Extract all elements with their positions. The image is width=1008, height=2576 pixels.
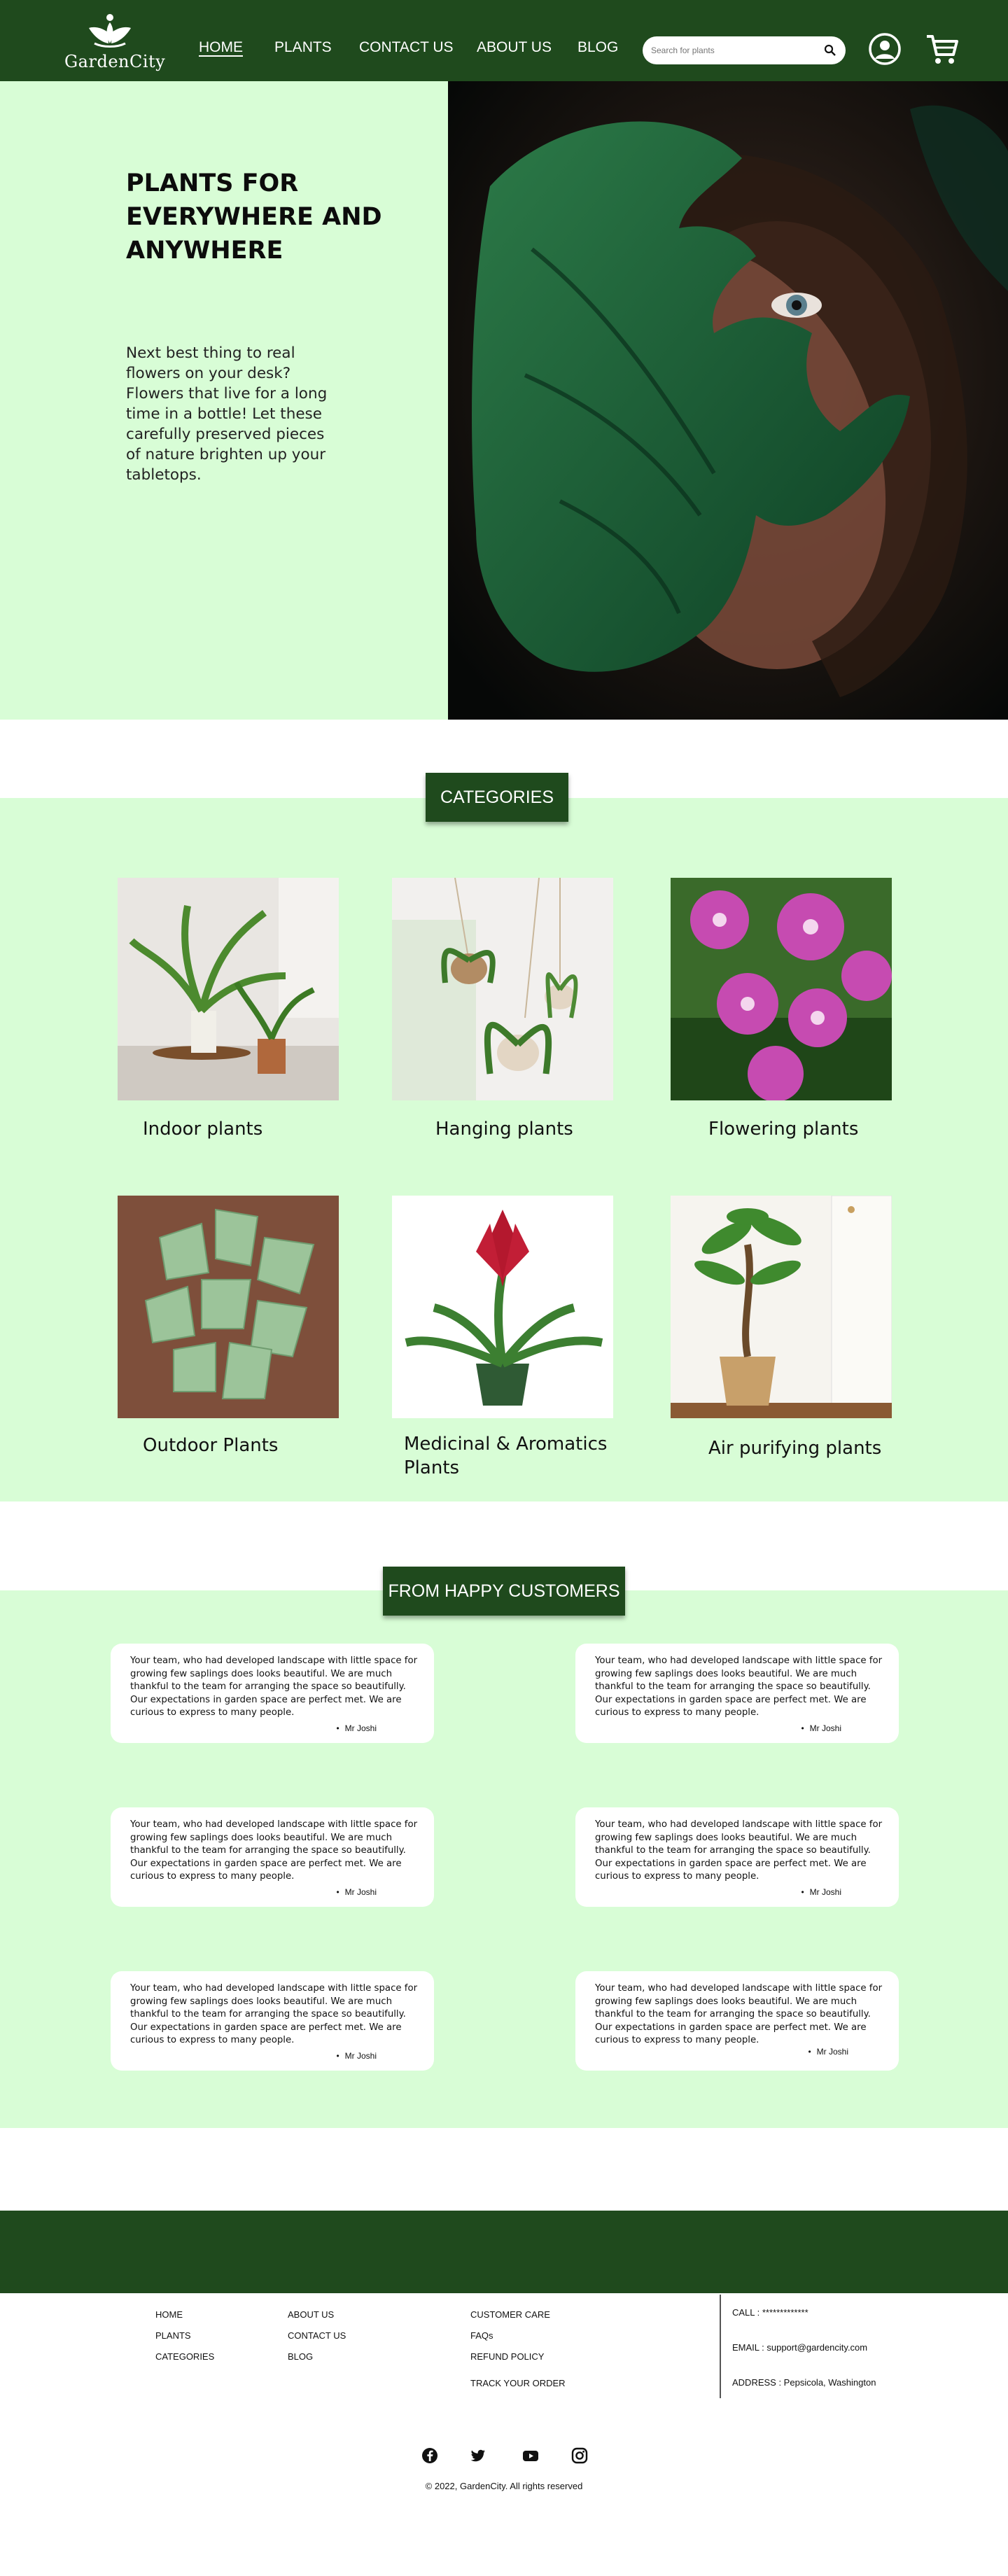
- testimonial-text: Your team, who had developed landscape w…: [595, 1656, 883, 1718]
- lotus-logo-icon: [89, 14, 131, 48]
- footer-link-faqs[interactable]: FAQs: [470, 2325, 566, 2346]
- footer-email[interactable]: EMAIL : support@gardencity.com: [732, 2342, 867, 2353]
- category-label-flowering[interactable]: Flowering plants: [708, 1117, 858, 1141]
- category-image-medicinal[interactable]: [392, 1196, 613, 1418]
- search-input[interactable]: [651, 42, 812, 59]
- category-label-air-purifying[interactable]: Air purifying plants: [708, 1436, 881, 1460]
- facebook-icon[interactable]: [421, 2446, 439, 2465]
- footer-link-contact-us[interactable]: CONTACT US: [288, 2325, 346, 2346]
- testimonial-card: Your team, who had developed landscape w…: [575, 1644, 899, 1743]
- hero-title: PLANTS FOR EVERYWHERE AND ANYWHERE: [126, 169, 382, 265]
- top-navbar: GardenCity HOME PLANTS CONTACT US ABOUT …: [0, 0, 1008, 81]
- testimonial-author: Mr Joshi: [801, 1887, 841, 1897]
- footer-call: CALL : *************: [732, 2307, 808, 2318]
- nav-about-us[interactable]: ABOUT US: [477, 39, 552, 56]
- category-label-medicinal[interactable]: Medicinal & Aromatics Plants: [404, 1432, 621, 1480]
- testimonial-card: Your team, who had developed landscape w…: [575, 1971, 899, 2071]
- copyright-text: © 2022, GardenCity. All rights reserved: [425, 2481, 583, 2491]
- footer-link-plants[interactable]: PLANTS: [155, 2325, 214, 2346]
- category-label-hanging[interactable]: Hanging plants: [435, 1117, 573, 1141]
- testimonials-heading[interactable]: FROM HAPPY CUSTOMERS: [383, 1567, 625, 1616]
- woman-monstera-photo: [448, 81, 1008, 720]
- testimonial-text: Your team, who had developed landscape w…: [130, 1819, 418, 1882]
- hero-image: [448, 81, 1008, 720]
- testimonial-card: Your team, who had developed landscape w…: [111, 1807, 434, 1907]
- footer-link-customer-care[interactable]: CUSTOMER CARE: [470, 2304, 566, 2325]
- testimonial-author: Mr Joshi: [336, 1723, 377, 1733]
- instagram-icon[interactable]: [570, 2446, 589, 2465]
- categories-heading[interactable]: CATEGORIES: [426, 773, 568, 822]
- footer-link-categories[interactable]: CATEGORIES: [155, 2346, 214, 2367]
- footer-col-main: HOME PLANTS CATEGORIES: [155, 2304, 214, 2367]
- footer-link-about-us[interactable]: ABOUT US: [288, 2304, 346, 2325]
- category-image-flowering[interactable]: [671, 878, 892, 1100]
- nav-home[interactable]: HOME: [199, 39, 243, 56]
- category-image-hanging[interactable]: [392, 878, 613, 1100]
- account-icon[interactable]: [868, 32, 902, 66]
- footer-divider: [720, 2295, 721, 2398]
- hero-subtitle: Next best thing to real flowers on your …: [126, 344, 328, 484]
- testimonial-card: Your team, who had developed landscape w…: [111, 1644, 434, 1743]
- twitter-icon[interactable]: [469, 2446, 487, 2465]
- nav-contact-us[interactable]: CONTACT US: [359, 39, 454, 56]
- footer-link-refund-policy[interactable]: REFUND POLICY: [470, 2346, 566, 2367]
- search-bar: [643, 36, 846, 64]
- testimonial-text: Your team, who had developed landscape w…: [595, 1983, 883, 2045]
- testimonial-text: Your team, who had developed landscape w…: [595, 1819, 883, 1882]
- category-image-outdoor[interactable]: [118, 1196, 339, 1418]
- footer-col-about: ABOUT US CONTACT US BLOG: [288, 2304, 346, 2367]
- footer-link-blog[interactable]: BLOG: [288, 2346, 346, 2367]
- testimonial-text: Your team, who had developed landscape w…: [130, 1983, 418, 2045]
- footer-col-support: CUSTOMER CARE FAQs REFUND POLICY TRACK Y…: [470, 2304, 566, 2394]
- testimonial-text: Your team, who had developed landscape w…: [130, 1656, 418, 1718]
- testimonial-author: Mr Joshi: [801, 1723, 841, 1733]
- category-label-outdoor[interactable]: Outdoor Plants: [143, 1434, 278, 1457]
- testimonial-card: Your team, who had developed landscape w…: [111, 1971, 434, 2071]
- category-image-indoor[interactable]: [118, 878, 339, 1100]
- testimonial-author: Mr Joshi: [808, 2047, 848, 2057]
- footer-address: ADDRESS : Pepsicola, Washington: [732, 2377, 876, 2388]
- category-label-indoor[interactable]: Indoor plants: [143, 1117, 262, 1141]
- category-image-air-purifying[interactable]: [671, 1196, 892, 1418]
- testimonial-author: Mr Joshi: [336, 2051, 377, 2061]
- brand-name: GardenCity: [64, 52, 166, 71]
- testimonial-author: Mr Joshi: [336, 1887, 377, 1897]
- footer-link-home[interactable]: HOME: [155, 2304, 214, 2325]
- nav-plants[interactable]: PLANTS: [274, 39, 332, 56]
- youtube-icon[interactable]: [522, 2446, 540, 2465]
- testimonial-card: Your team, who had developed landscape w…: [575, 1807, 899, 1907]
- nav-blog[interactable]: BLOG: [578, 39, 618, 56]
- brand-logo[interactable]: GardenCity: [64, 11, 166, 74]
- footer-link-track-order[interactable]: TRACK YOUR ORDER: [470, 2373, 566, 2394]
- search-icon[interactable]: [823, 43, 837, 57]
- footer-band: [0, 2211, 1008, 2293]
- cart-icon[interactable]: [924, 31, 960, 67]
